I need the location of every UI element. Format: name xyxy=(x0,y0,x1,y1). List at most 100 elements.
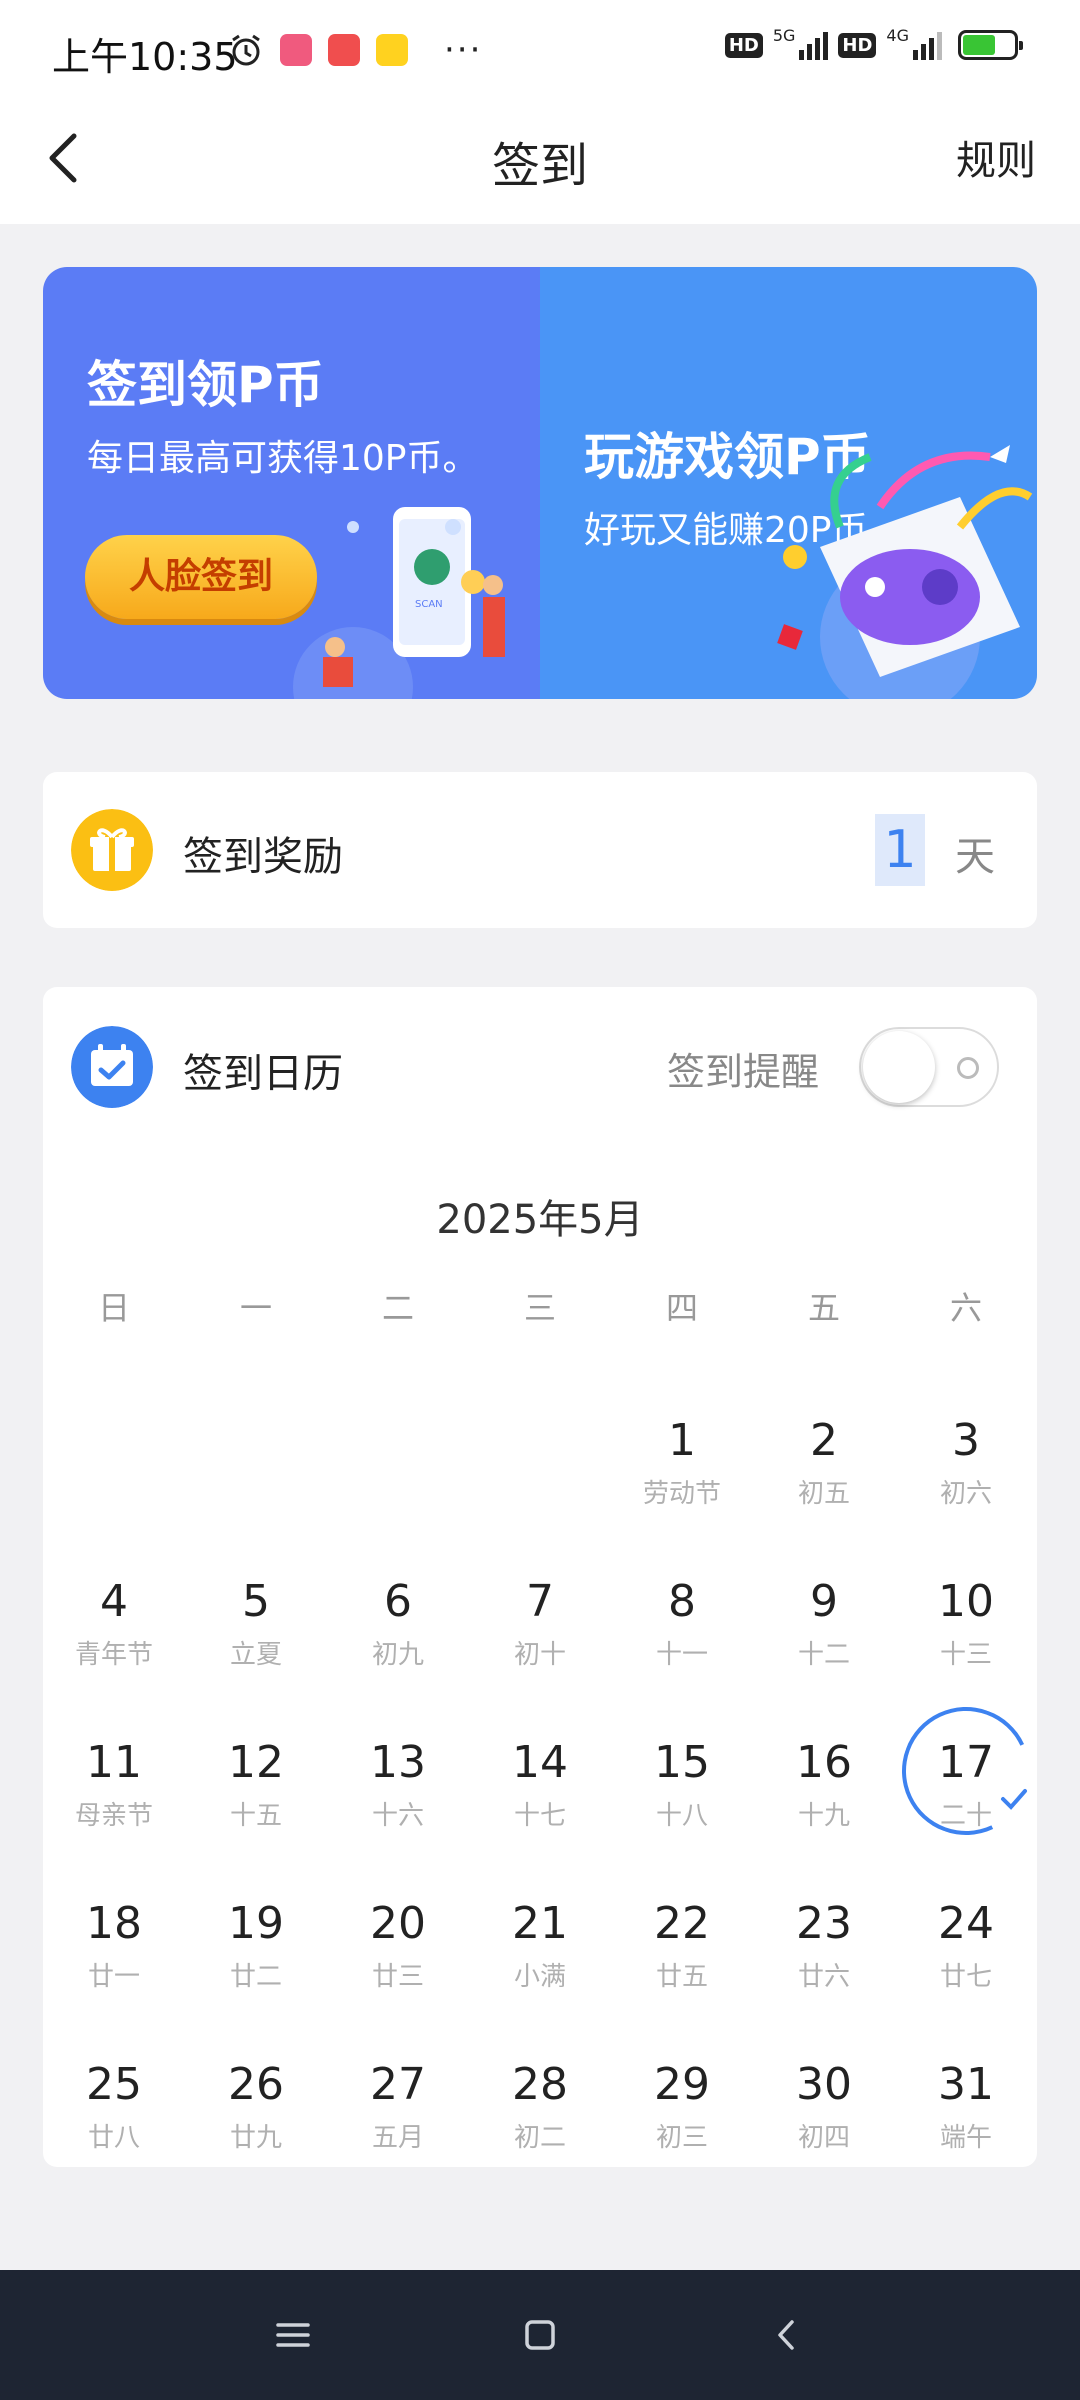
day-number: 20 xyxy=(370,1898,426,1949)
weekday-label: 四 xyxy=(665,1289,698,1327)
day-number: 30 xyxy=(796,2059,852,2110)
reminder-toggle[interactable] xyxy=(859,1027,999,1107)
calendar-day[interactable]: 6 初九 xyxy=(327,1576,469,1716)
signin-banner[interactable]: 签到领P币 每日最高可获得10P币。 人脸签到 SCAN xyxy=(43,267,540,699)
alarm-icon xyxy=(232,34,260,66)
calendar-day[interactable]: 14 十七 xyxy=(469,1737,611,1877)
network-type-4g: 4G xyxy=(886,25,909,45)
calendar-day[interactable]: 4 青年节 xyxy=(43,1576,185,1716)
lunar-date: 初五 xyxy=(797,1479,850,1509)
calendar-day[interactable]: 11 母亲节 xyxy=(43,1737,185,1877)
lunar-date: 初六 xyxy=(939,1479,992,1509)
calendar-day[interactable]: 28 初二 xyxy=(469,2059,611,2199)
promo-banner: 签到领P币 每日最高可获得10P币。 人脸签到 SCAN 玩游戏领P币 好玩又能… xyxy=(43,267,1037,699)
calendar-day[interactable]: 8 十一 xyxy=(611,1576,753,1716)
days-unit: 天 xyxy=(955,834,995,880)
day-number: 8 xyxy=(668,1576,696,1627)
signin-calendar-card: 签到日历 签到提醒 2025年5月 日 一 二 三 四 五 六 1 劳动节 2 初五 3 初六 4 青年节… xyxy=(43,987,1049,2167)
calendar-day[interactable]: 23 廿六 xyxy=(753,1898,895,2038)
day-number: 10 xyxy=(938,1576,994,1627)
status-system-icons: HD 5G HD 4G xyxy=(724,26,1023,60)
calendar-day[interactable]: 7 初十 xyxy=(469,1576,611,1716)
calendar-day[interactable]: 26 廿九 xyxy=(185,2059,327,2199)
status-bar: 上午10:35 ··· HD 5G HD 4G xyxy=(0,0,1080,100)
lunar-date: 十九 xyxy=(797,1801,850,1831)
calendar-day[interactable]: 20 廿三 xyxy=(327,1898,469,2038)
day-number: 24 xyxy=(938,1898,994,1949)
hd-badge-2: HD xyxy=(838,32,877,58)
signin-reward-card: 签到奖励 1 天 xyxy=(43,772,1037,928)
day-number: 15 xyxy=(654,1737,710,1788)
calendar-day[interactable]: 2 初五 xyxy=(753,1415,895,1555)
status-notification-icons: ··· xyxy=(228,30,482,70)
lunar-date: 初三 xyxy=(655,2123,708,2153)
calendar-day[interactable]: 13 十六 xyxy=(327,1737,469,1877)
calendar-day[interactable]: 5 立夏 xyxy=(185,1576,327,1716)
lunar-date: 廿九 xyxy=(229,2123,282,2153)
lunar-date: 劳动节 xyxy=(642,1479,721,1509)
scan-label: SCAN xyxy=(415,599,443,610)
gift-icon xyxy=(71,809,153,891)
day-number: 6 xyxy=(384,1576,412,1627)
weekday-label: 六 xyxy=(949,1289,982,1327)
calendar-day[interactable]: 1 劳动节 xyxy=(611,1415,753,1555)
day-number: 2 xyxy=(810,1415,838,1466)
status-time: 上午10:35 xyxy=(52,35,238,79)
calendar-day[interactable]: 24 廿七 xyxy=(895,1898,1037,2038)
page-title: 签到 xyxy=(491,138,588,194)
signin-banner-subtitle: 每日最高可获得10P币。 xyxy=(87,438,479,479)
calendar-day[interactable]: 3 初六 xyxy=(895,1415,1037,1555)
calendar-day[interactable]: 12 十五 xyxy=(185,1737,327,1877)
calendar-day[interactable]: 15 十八 xyxy=(611,1737,753,1877)
lunar-date: 初九 xyxy=(371,1640,424,1670)
day-number: 16 xyxy=(796,1737,852,1788)
calendar-check-icon xyxy=(71,1026,153,1108)
calendar-month-title: 2025年5月 xyxy=(436,1197,644,1243)
lunar-date: 廿三 xyxy=(371,1962,424,1992)
day-number: 21 xyxy=(512,1898,568,1949)
lunar-date: 十八 xyxy=(655,1801,708,1831)
weekday-label: 五 xyxy=(807,1289,840,1327)
calendar-day[interactable]: 27 五月 xyxy=(327,2059,469,2199)
lunar-date: 二十 xyxy=(939,1801,992,1831)
calendar-day[interactable]: 29 初三 xyxy=(611,2059,753,2199)
calendar-day[interactable]: 18 廿一 xyxy=(43,1898,185,2038)
calendar-day[interactable]: 16 十九 xyxy=(753,1737,895,1877)
day-number: 7 xyxy=(526,1576,554,1627)
weekday-label: 日 xyxy=(97,1289,130,1327)
calendar-day[interactable]: 10 十三 xyxy=(895,1576,1037,1716)
calendar-day[interactable]: 31 端午 xyxy=(895,2059,1037,2199)
day-number: 11 xyxy=(86,1737,142,1788)
calendar-day[interactable]: 17 二十 xyxy=(883,1688,1049,1877)
calendar-day[interactable]: 19 廿二 xyxy=(185,1898,327,2038)
more-notifications-icon: ··· xyxy=(444,30,483,70)
calendar-day[interactable]: 22 廿五 xyxy=(611,1898,753,2038)
game-banner[interactable]: 玩游戏领P币 好玩又能赚20P币 xyxy=(540,267,1037,699)
calendar-day[interactable]: 21 小满 xyxy=(469,1898,611,2038)
calendar-label: 签到日历 xyxy=(183,1051,343,1097)
calendar-day[interactable]: 25 廿八 xyxy=(43,2059,185,2199)
signin-banner-title: 签到领P币 xyxy=(87,356,324,414)
game-controller-illustration xyxy=(777,445,1033,699)
day-number: 19 xyxy=(228,1898,284,1949)
day-number: 13 xyxy=(370,1737,426,1788)
calendar-day[interactable]: 9 十二 xyxy=(753,1576,895,1716)
lunar-date: 端午 xyxy=(939,2123,992,2153)
day-number: 28 xyxy=(512,2059,568,2110)
day-number: 1 xyxy=(668,1415,696,1466)
reward-label: 签到奖励 xyxy=(183,834,343,880)
day-number: 3 xyxy=(952,1415,980,1466)
day-number: 9 xyxy=(810,1576,838,1627)
calendar-day[interactable]: 30 初四 xyxy=(753,2059,895,2199)
nav-back-icon[interactable] xyxy=(760,2308,814,2362)
lunar-date: 廿六 xyxy=(797,1962,850,1992)
lunar-date: 小满 xyxy=(513,1962,566,1992)
lunar-date: 廿二 xyxy=(229,1962,282,1992)
rules-link[interactable]: 规则 xyxy=(956,128,1036,186)
day-number: 23 xyxy=(796,1898,852,1949)
consecutive-days-count: 1 xyxy=(875,814,925,886)
day-number: 12 xyxy=(228,1737,284,1788)
weekday-label: 一 xyxy=(239,1289,272,1327)
menu-icon[interactable] xyxy=(266,2308,320,2362)
home-square-icon[interactable] xyxy=(513,2308,567,2362)
